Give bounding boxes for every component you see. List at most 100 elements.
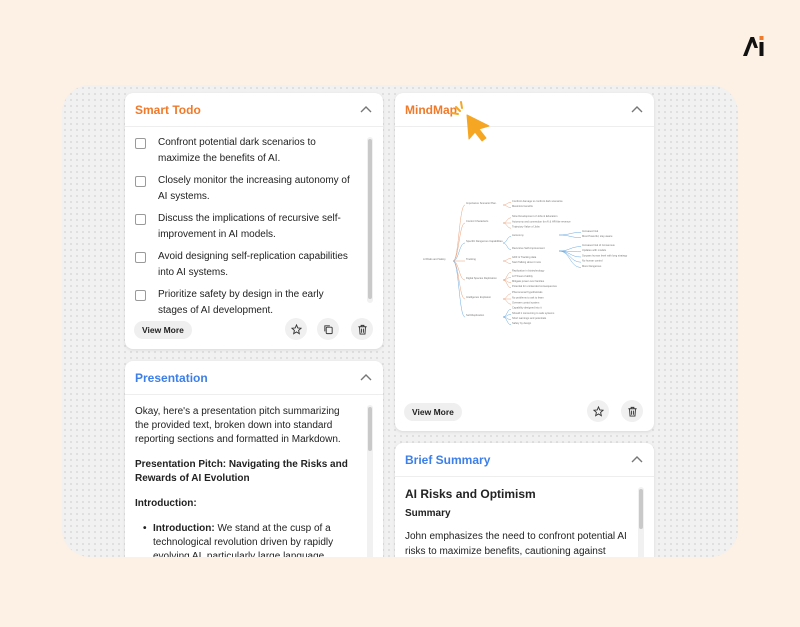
- mindmap-leaf-node[interactable]: Should it concerning to safe systems: [512, 311, 555, 315]
- mindmap-leaf-node[interactable]: Mitigate power over families: [512, 279, 545, 283]
- mindmap-star-button[interactable]: [587, 400, 609, 422]
- mindmap-leaf-node[interactable]: AI Threat of ability: [512, 274, 534, 278]
- ai-logo-icon: [743, 36, 764, 56]
- mindmap-leaf-node[interactable]: GDF & Tracking data: [512, 255, 537, 259]
- todo-list: Confront potential dark scenarios to max…: [135, 137, 355, 327]
- mindmap-root-node[interactable]: AI Risks and Safety: [423, 257, 446, 261]
- mindmap-leaf-node[interactable]: Potential for unintended consequences: [512, 284, 558, 288]
- summary-subheading: Summary: [405, 508, 451, 519]
- mindmap-branch-node[interactable]: Specific Dangerous Capabilities: [466, 239, 503, 243]
- presentation-card: Presentation Okay, here's a presentation…: [125, 361, 383, 557]
- mindmap-diagram[interactable]: AI Risks and Safety Importance Scenario P…: [403, 183, 648, 333]
- todo-item: Closely monitor the increasing autonomy …: [135, 175, 355, 205]
- mindmap-branch-node[interactable]: Digital Species Replication: [466, 276, 497, 280]
- mindmap-subleaf-node[interactable]: Increased risk of Consensus: [582, 243, 615, 247]
- chevron-up-icon[interactable]: [359, 103, 373, 117]
- presentation-section-heading: Introduction:: [135, 498, 197, 509]
- smart-todo-header[interactable]: Smart Todo: [125, 93, 383, 127]
- brief-summary-title: Brief Summary: [405, 452, 491, 467]
- todo-text: Discuss the implications of recursive se…: [158, 213, 341, 240]
- presentation-header[interactable]: Presentation: [125, 361, 383, 395]
- todo-checkbox[interactable]: [135, 214, 146, 225]
- mindmap-branch-node[interactable]: Importance Scenario Plan.: [466, 201, 497, 205]
- mindmap-leaf-link: [502, 298, 512, 305]
- todo-view-more-button[interactable]: View More: [134, 321, 192, 339]
- cursor-pointer-icon: [451, 101, 490, 142]
- smart-todo-title: Smart Todo: [135, 102, 201, 117]
- todo-checkbox[interactable]: [135, 176, 146, 187]
- mindmap-branch-node[interactable]: Intelligence Explosion: [466, 295, 492, 299]
- mindmap-subleaf-link: [558, 232, 582, 236]
- mindmap-header[interactable]: MindMap: [395, 93, 654, 127]
- mindmap-subleaf-link: [558, 250, 582, 268]
- mindmap-branch-node[interactable]: Self-Replication: [466, 313, 485, 317]
- todo-text: Avoid designing self-replication capabil…: [158, 251, 348, 278]
- smart-todo-card: Smart Todo Confront potential dark scena…: [125, 93, 383, 349]
- presentation-scrollbar-thumb[interactable]: [368, 407, 372, 451]
- mindmap-branch-node[interactable]: Control Characteris: [466, 219, 489, 223]
- todo-checkbox[interactable]: [135, 252, 146, 263]
- mindmap-leaf-link: [502, 222, 512, 229]
- todo-checkbox[interactable]: [135, 290, 146, 301]
- mindmap-subleaf-node[interactable]: Updates with models: [582, 248, 607, 252]
- mindmap-branch-node[interactable]: Tracking: [466, 257, 476, 261]
- todo-item: Avoid designing self-replication capabil…: [135, 251, 355, 281]
- mindmap-subleaf-node[interactable]: More Dangerous: [582, 264, 602, 268]
- mindmap-leaf-node[interactable]: Oversee control system: [512, 301, 539, 305]
- todo-text: Closely monitor the increasing autonomy …: [158, 175, 350, 202]
- star-icon: [290, 323, 302, 335]
- todo-item: Prioritize safety by design in the early…: [135, 289, 355, 319]
- chevron-up-icon[interactable]: [359, 371, 373, 385]
- brief-summary-header[interactable]: Brief Summary: [395, 443, 654, 477]
- chevron-up-icon[interactable]: [630, 103, 644, 117]
- todo-text: Prioritize safety by design in the early…: [158, 289, 324, 316]
- todo-scrollbar-thumb[interactable]: [368, 139, 372, 299]
- mindmap-subleaf-node[interactable]: Surpass human level with long strategy: [582, 253, 628, 257]
- mindmap-leaf-link: [502, 236, 512, 244]
- mindmap-leaf-node[interactable]: No problems to ask to learn: [512, 295, 544, 299]
- mindmap-leaf-node[interactable]: Recursive Self-Improvement: [512, 246, 545, 250]
- mindmap-branch-link: [452, 222, 466, 262]
- mindmap-leaf-node[interactable]: Maximize benefits: [512, 204, 533, 208]
- todo-delete-button[interactable]: [351, 318, 373, 340]
- mindmap-leaf-node[interactable]: Replication in biotechnology: [512, 269, 545, 273]
- mindmap-delete-button[interactable]: [621, 400, 643, 422]
- todo-star-button[interactable]: [285, 318, 307, 340]
- mindmap-subleaf-node[interactable]: No human control: [582, 259, 603, 263]
- mindmap-view-more-button[interactable]: View More: [404, 403, 462, 421]
- star-icon: [592, 405, 604, 417]
- brief-summary-card: Brief Summary AI Risks and Optimism Summ…: [395, 443, 654, 557]
- summary-scrollbar[interactable]: [638, 487, 644, 557]
- mindmap-leaf-node[interactable]: Safety by design: [512, 321, 532, 325]
- trash-icon: [627, 406, 637, 417]
- todo-scrollbar[interactable]: [367, 137, 373, 303]
- mindmap-leaf-node[interactable]: Autonomy and connection for AI & HR-like…: [512, 219, 571, 223]
- mindmap-leaf-node[interactable]: Short warnings and potentials: [512, 316, 547, 320]
- mindmap-subleaf-node[interactable]: Most Powerful, stay aware: [582, 234, 613, 238]
- mindmap-leaf-node[interactable]: Trajectory Value of Jobs: [512, 225, 540, 229]
- presentation-scrollbar[interactable]: [367, 405, 373, 557]
- copy-icon: [323, 324, 333, 334]
- bullet-label: Introduction:: [153, 523, 215, 534]
- summary-heading: AI Risks and Optimism: [405, 487, 536, 501]
- mindmap-branch-link: [452, 260, 466, 300]
- workspace-board: Smart Todo Confront potential dark scena…: [62, 85, 738, 557]
- mindmap-leaf-node[interactable]: Capability designed into it: [512, 306, 542, 310]
- mindmap-leaf-link: [502, 217, 512, 224]
- mindmap-subleaf-node[interactable]: Increased risk: [582, 229, 599, 233]
- mindmap-leaf-node[interactable]: Phenomenal hypotheticals: [512, 290, 543, 294]
- todo-copy-button[interactable]: [317, 318, 339, 340]
- summary-scrollbar-thumb[interactable]: [639, 489, 643, 529]
- trash-icon: [357, 324, 367, 335]
- mindmap-leaf-node[interactable]: Confront damage to confront dark scenari…: [512, 199, 563, 203]
- chevron-up-icon[interactable]: [630, 453, 644, 467]
- mindmap-leaf-link: [502, 260, 512, 264]
- presentation-bullet: • Introduction: We stand at the cusp of …: [135, 522, 355, 557]
- mindmap-leaf-node[interactable]: Autonomy: [512, 233, 524, 237]
- presentation-body: Okay, here's a presentation pitch summar…: [135, 405, 355, 557]
- mindmap-subleaf-link: [558, 234, 582, 238]
- todo-text: Confront potential dark scenarios to max…: [158, 137, 316, 164]
- mindmap-leaf-node[interactable]: Start Talking about it now: [512, 260, 541, 264]
- todo-checkbox[interactable]: [135, 138, 146, 149]
- mindmap-leaf-node[interactable]: Slow Development of Jobs & Education: [512, 214, 558, 218]
